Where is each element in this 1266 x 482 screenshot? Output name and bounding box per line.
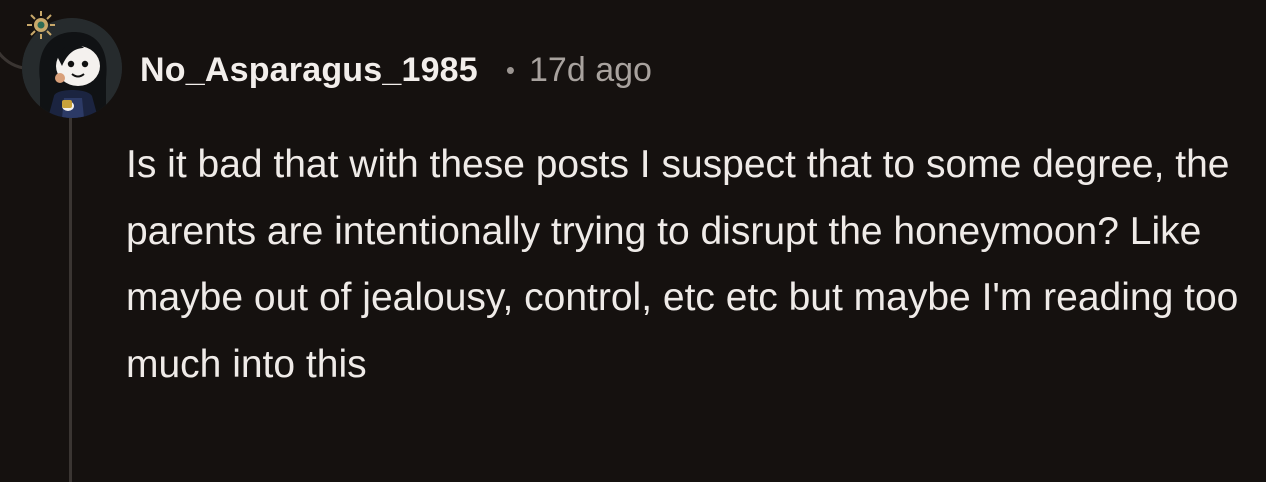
separator-dot: • xyxy=(505,54,516,85)
timestamp[interactable]: 17d ago xyxy=(529,51,652,90)
sparkle-badge-icon xyxy=(27,11,55,39)
comment-body: Is it bad that with these posts I suspec… xyxy=(126,143,1239,386)
thread-line[interactable] xyxy=(69,118,72,482)
comment-header: No_Asparagus_1985 • 17d ago xyxy=(140,48,652,92)
avatar[interactable] xyxy=(22,11,122,118)
username-link[interactable]: No_Asparagus_1985 xyxy=(140,51,478,90)
